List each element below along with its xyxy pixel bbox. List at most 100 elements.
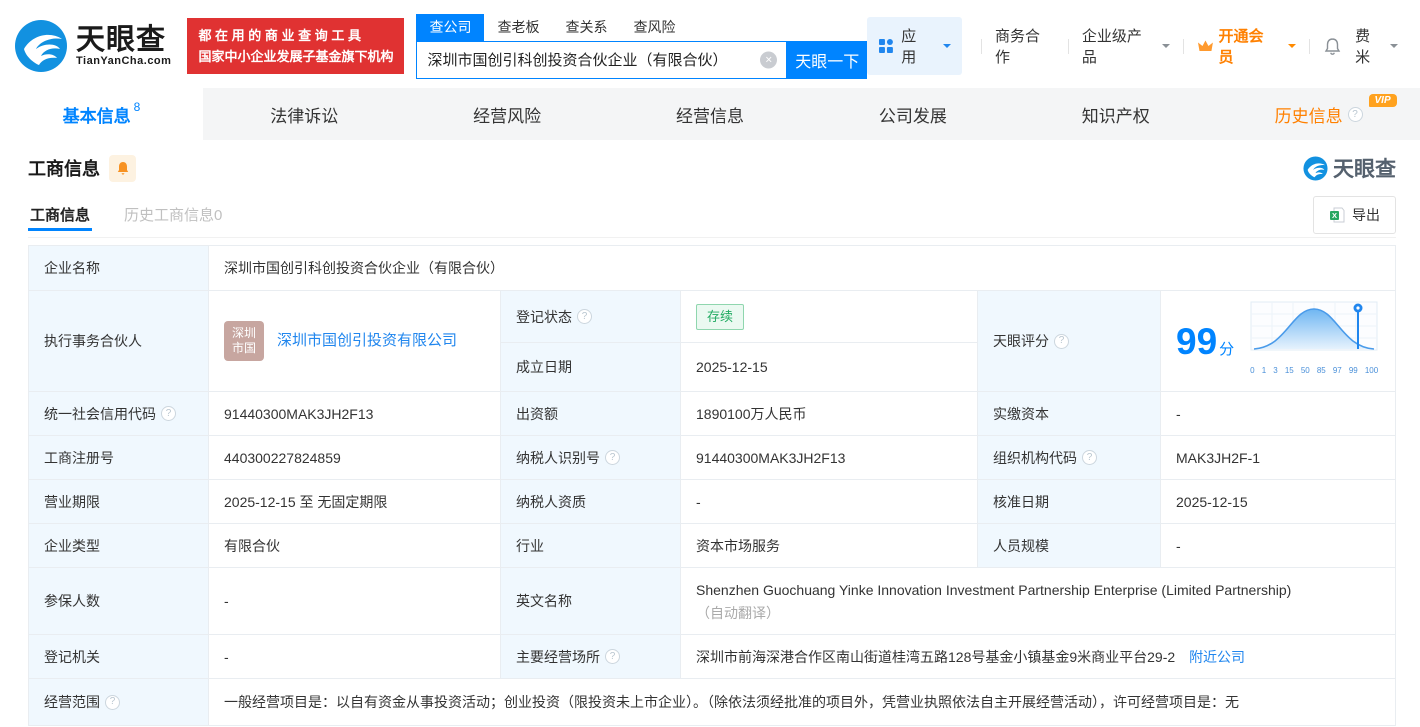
search-input[interactable] [417, 41, 787, 78]
field-label-reg-number: 工商注册号 [28, 435, 209, 480]
chevron-down-icon [1161, 44, 1170, 52]
table-row: 工商注册号 440300227824859 纳税人识别号 91440300MAK… [28, 435, 1396, 480]
help-icon[interactable] [605, 649, 620, 664]
watermark-eye-icon [1303, 155, 1328, 181]
search-tab-relation[interactable]: 查关系 [552, 14, 620, 41]
field-label-taxpayer-id: 纳税人识别号 [500, 435, 681, 480]
auto-translate-note: （自动翻译） [696, 604, 780, 621]
field-label-credit-code: 统一社会信用代码 [28, 391, 209, 436]
slogan-line2: 国家中小企业发展子基金旗下机构 [198, 49, 394, 64]
watermark-logo: 天眼查 [1303, 153, 1396, 183]
help-icon[interactable] [161, 406, 176, 421]
table-row: 企业类型 有限合伙 行业 资本市场服务 人员规模 - [28, 523, 1396, 568]
field-label-business-scope: 经营范围 [28, 678, 209, 726]
search-tab-company[interactable]: 查公司 [416, 13, 485, 41]
score-chart-ticks: 01 3 15 50 85 97 99 100 [1250, 366, 1379, 375]
field-label-staff-size: 人员规模 [977, 523, 1161, 568]
help-icon[interactable] [105, 694, 120, 710]
tab-label: 知识产权 [1081, 106, 1150, 126]
slogan-banner: 都 在 用 的 商 业 查 询 工 具 国家中小企业发展子基金旗下机构 [187, 18, 405, 74]
nav-user-menu[interactable]: 费米 [1355, 25, 1399, 67]
help-icon[interactable] [1054, 333, 1069, 349]
subscribe-bell-icon[interactable] [109, 154, 136, 182]
tab-intellectual-property[interactable]: 知识产权 [1014, 88, 1217, 140]
tab-basic-info[interactable]: 基本信息 8 [0, 88, 203, 140]
search-tab-boss[interactable]: 查老板 [484, 14, 552, 41]
help-icon[interactable] [577, 309, 592, 325]
nav-cooperation[interactable]: 商务合作 [995, 25, 1055, 67]
export-label: 导出 [1352, 206, 1380, 223]
logo-subtitle: TianYanCha.com [76, 55, 172, 67]
field-value-business-term: 2025-12-15 至 无固定期限 [208, 479, 501, 524]
field-label-tianyan-score: 天眼评分 [977, 290, 1161, 392]
status-badge: 存续 [696, 303, 745, 330]
apps-grid-icon [879, 39, 894, 53]
notification-bell-icon[interactable] [1323, 37, 1342, 56]
help-icon[interactable] [605, 450, 620, 465]
field-value-company-name: 深圳市国创引科创投资合伙企业（有限合伙） [208, 245, 1396, 291]
field-label-paid-capital: 实缴资本 [977, 391, 1161, 436]
business-info-table: 企业名称 深圳市国创引科创投资合伙企业（有限合伙） 执行事务合伙人 深圳 市国 … [28, 245, 1396, 726]
partner-company-link[interactable]: 深圳市国创引投资有限公司 [277, 331, 457, 351]
field-label-insured-count: 参保人数 [28, 567, 209, 635]
svg-text:X: X [1332, 211, 1337, 220]
divider [1067, 38, 1069, 54]
slogan-line1: 都 在 用 的 商 业 查 询 工 具 [198, 28, 361, 43]
field-value-establish-date: 2025-12-15 [680, 342, 978, 392]
table-row: 经营范围 一般经营项目是：以自有资金从事投资活动；创业投资（限投资未上市企业）。… [28, 678, 1396, 726]
field-value-business-scope: 一般经营项目是：以自有资金从事投资活动；创业投资（限投资未上市企业）。（除依法须… [208, 678, 1396, 726]
nav-enterprise[interactable]: 企业级产品 [1082, 25, 1170, 67]
tab-count-badge: 8 [133, 100, 141, 114]
field-value-executive-partner: 深圳 市国 深圳市国创引投资有限公司 [208, 290, 501, 392]
vip-badge: VIP [1368, 94, 1397, 107]
tab-operating-risk[interactable]: 经营风险 [406, 88, 609, 140]
table-row: 营业期限 2025-12-15 至 无固定期限 纳税人资质 - 核准日期 202… [28, 479, 1396, 524]
search-input-wrap [416, 40, 788, 79]
watermark-text: 天眼查 [1333, 158, 1396, 181]
tianyancha-logo[interactable]: 天眼查 TianYanCha.com [14, 19, 171, 73]
apps-menu[interactable]: 应用 [867, 17, 963, 75]
subtab-business-info[interactable]: 工商信息 [28, 192, 93, 237]
field-value-reg-authority: - [208, 634, 501, 679]
top-header: 天眼查 TianYanCha.com 都 在 用 的 商 业 查 询 工 具 国… [0, 0, 1420, 88]
header-nav: 应用 商务合作 企业级产品 开通会员 费米 [867, 17, 1399, 75]
tab-company-development[interactable]: 公司发展 [811, 88, 1014, 140]
field-value-taxpayer-id: 91440300MAK3JH2F13 [680, 435, 978, 480]
tab-label: 法律诉讼 [270, 106, 339, 126]
main-content: 工商信息 天眼查 工商信息 历史工商信息0 X 导出 企业名称 深圳市国创引科创… [0, 144, 1420, 726]
subtab-history-business-info[interactable]: 历史工商信息0 [122, 192, 224, 237]
field-label-reg-status: 登记状态 [500, 289, 681, 344]
table-row: 参保人数 - 英文名称 Shenzhen Guochuang Yinke Inn… [28, 567, 1396, 635]
tab-label: 公司发展 [878, 106, 947, 126]
field-value-reg-status: 存续 [680, 289, 978, 344]
logo-eye-icon [15, 20, 67, 72]
clear-search-icon[interactable] [760, 51, 778, 68]
search-button[interactable]: 天眼一下 [787, 40, 868, 79]
score-distribution-chart: 01 3 15 50 85 97 99 100 [1250, 301, 1378, 381]
field-value-credit-code: 91440300MAK3JH2F13 [208, 391, 501, 436]
field-value-insured-count: - [208, 567, 501, 635]
field-label-english-name: 英文名称 [500, 567, 681, 635]
divider [981, 38, 983, 54]
tab-operating-info[interactable]: 经营信息 [609, 88, 812, 140]
search-tabs: 查公司 查老板 查关系 查风险 [416, 13, 867, 41]
export-button[interactable]: X 导出 [1313, 195, 1396, 234]
nav-vip-upgrade[interactable]: 开通会员 [1197, 25, 1297, 67]
search-tab-risk[interactable]: 查风险 [620, 14, 688, 41]
field-value-taxpayer-quality: - [680, 479, 978, 524]
table-row: 企业名称 深圳市国创引科创投资合伙企业（有限合伙） [28, 245, 1396, 291]
help-icon[interactable] [1082, 450, 1097, 465]
field-label-company-name: 企业名称 [28, 245, 209, 291]
company-section-tabs: 基本信息 8 法律诉讼 经营风险 经营信息 公司发展 知识产权 VIP 历史信息 [0, 88, 1420, 140]
tab-legal-proceedings[interactable]: 法律诉讼 [203, 88, 406, 140]
tab-history-info[interactable]: VIP 历史信息 [1217, 88, 1420, 140]
chevron-down-icon [1390, 44, 1399, 52]
vip-label: 开通会员 [1218, 28, 1264, 66]
subtabs: 工商信息 历史工商信息0 [28, 192, 224, 237]
enterprise-label: 企业级产品 [1081, 28, 1142, 66]
help-icon[interactable] [1347, 106, 1363, 122]
field-value-org-code: MAK3JH2F-1 [1160, 435, 1396, 480]
nearby-companies-link[interactable]: 附近公司 [1189, 649, 1245, 665]
crown-icon [1197, 40, 1213, 51]
tab-label: 经营信息 [676, 106, 744, 126]
